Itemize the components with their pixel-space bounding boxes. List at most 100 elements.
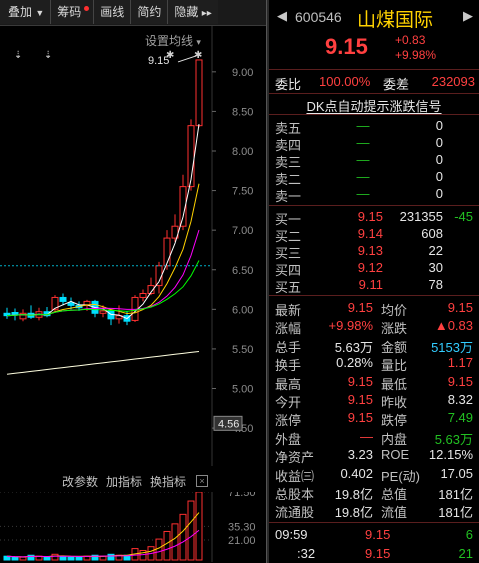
price-tag: 4.56 [213,415,243,431]
stat-label: 外盘 [275,431,302,447]
weicha-label: 委差 [383,77,410,92]
y-tick: 6.00 [212,304,253,316]
stat-label: 最高 [275,376,302,392]
bid-row[interactable]: 买一 9.15 231355 -45 [275,209,475,227]
stat-value: 9.15 [347,300,373,315]
y-tick-label: 7.00 [232,225,253,237]
y-tick: 6.50 [212,265,253,277]
stat-value: 19.8亿 [334,505,373,521]
simple-mode-button[interactable]: 简约 [131,0,169,24]
y-tick: 8.50 [212,106,253,118]
stat-value: 19.8亿 [334,487,373,502]
stat-value: 3.23 [347,447,373,463]
chip-label: 筹码 [57,5,82,19]
stat-label: 金额 [381,339,408,355]
add-indicator-button[interactable]: 加指标 [106,473,142,490]
stat-value: 17.05 [440,465,473,481]
y-tick: 9.00 [212,67,253,79]
stock-name: 山煤国际 [357,9,434,31]
divider [269,205,479,206]
stat-value: 9.15 [447,300,473,315]
stat-value: 181亿 [438,505,473,521]
weibi-value: 100.00% [319,74,371,89]
switch-indicator-button[interactable]: 换指标 [150,473,186,490]
vol-tick-label: 71.50 [228,492,256,499]
prev-stock-icon[interactable]: ◀ [277,8,287,24]
stat-label: 内盘 [381,431,408,447]
candle [179,174,187,231]
stat-label: 净资产 [275,450,315,466]
ask-row[interactable]: 卖四 —0 [275,135,475,153]
ask-row[interactable]: 卖三 —0 [275,152,475,170]
stat-value: 0.402 [340,465,373,481]
stat-value: 5.63万 [334,339,373,355]
stat-value: 9.15 [447,373,473,389]
candle [43,306,51,318]
notification-dot-icon [84,6,90,11]
stat-value: 7.49 [447,410,473,426]
ask-row[interactable]: 卖五 —0 [275,118,475,136]
ask-row[interactable]: 卖二 —0 [275,169,475,187]
indicator-toolbar: 改参数 加指标 换指标 × [0,471,210,491]
stat-row: 涨停 9.15 跌停 7.49 [275,410,475,429]
stat-label: 今开 [275,395,302,410]
draw-line-label: 画线 [100,5,125,19]
stat-value: ▲0.83 [434,318,473,334]
y-tick-label: 5.00 [232,384,253,396]
volume-bar [75,556,83,561]
stat-label: ROE [381,447,410,463]
bid-price: 9.13 [357,243,383,258]
bid-row[interactable]: 买三 9.13 22 [275,243,475,261]
stat-row: 收益㈢ 0.402 PE(动) 17.05 [275,465,475,484]
close-icon[interactable]: × [196,475,208,487]
candle [139,289,147,302]
volume-bar [107,553,115,561]
tick-row: :32 9.15 21 [275,546,475,563]
hide-button[interactable]: 隐藏 ▸▸ [168,0,218,24]
bid-price: 9.15 [357,209,383,224]
overlay-label: 叠加 [8,5,33,19]
ask-price: — [356,152,370,167]
overlay-button[interactable]: 叠加 ▼ [0,0,52,24]
ask-price: — [356,186,370,201]
volume-bar [171,523,179,561]
volume-bar [187,500,195,561]
stat-value: 1.17 [447,355,473,371]
hide-label: 隐藏 [174,5,199,19]
bid-row[interactable]: 买二 9.14 608 [275,226,475,244]
ma60-line [6,350,200,375]
ask-price: — [356,135,370,150]
ask-row[interactable]: 卖一 — 0 [275,186,475,204]
chip-button[interactable]: 筹码 [51,0,95,24]
price-chart[interactable]: 9.008.508.007.507.006.506.005.505.004.50… [0,26,266,466]
candle [195,59,203,128]
vol-tick-label: 35.30 [228,521,256,533]
ask-volume: 0 [435,118,443,133]
stat-label: 收益㈢ [275,468,315,484]
stat-row: 最高 9.15 最低 9.15 [275,373,475,392]
draw-line-button[interactable]: 画线 [94,0,132,24]
edit-params-button[interactable]: 改参数 [62,473,98,490]
stat-label: 跌停 [381,413,408,429]
stat-label: 换手 [275,358,302,374]
volume-bar [195,492,203,561]
y-tick: 7.00 [212,225,253,237]
weicha-value: 232093 [431,74,475,89]
bid-row[interactable]: 买四 9.12 30 [275,260,475,278]
signal-marker-icon: ⇣ [44,50,52,61]
signal-marker-icon: ✱ [194,50,202,61]
ask-volume: 0 [435,135,443,150]
next-stock-icon[interactable]: ▶ [463,8,473,24]
volume-chart[interactable]: 71.50 35.30 21.00 [0,492,266,562]
bid-change: -45 [454,209,473,224]
stock-code: 600546 [295,9,342,25]
chevron-down-icon: ▼ [35,8,45,18]
tick-volume: 21 [458,546,473,561]
y-tick-label: 8.00 [232,146,253,158]
bid-row[interactable]: 买五 9.11 78 [275,277,475,295]
volume-bar [179,513,187,561]
divider [269,114,479,115]
stat-value: 0.28% [336,355,373,371]
weibi-label: 委比 [275,77,302,92]
dk-signal-link[interactable]: DK点自动提示涨跌信号 [269,96,479,115]
